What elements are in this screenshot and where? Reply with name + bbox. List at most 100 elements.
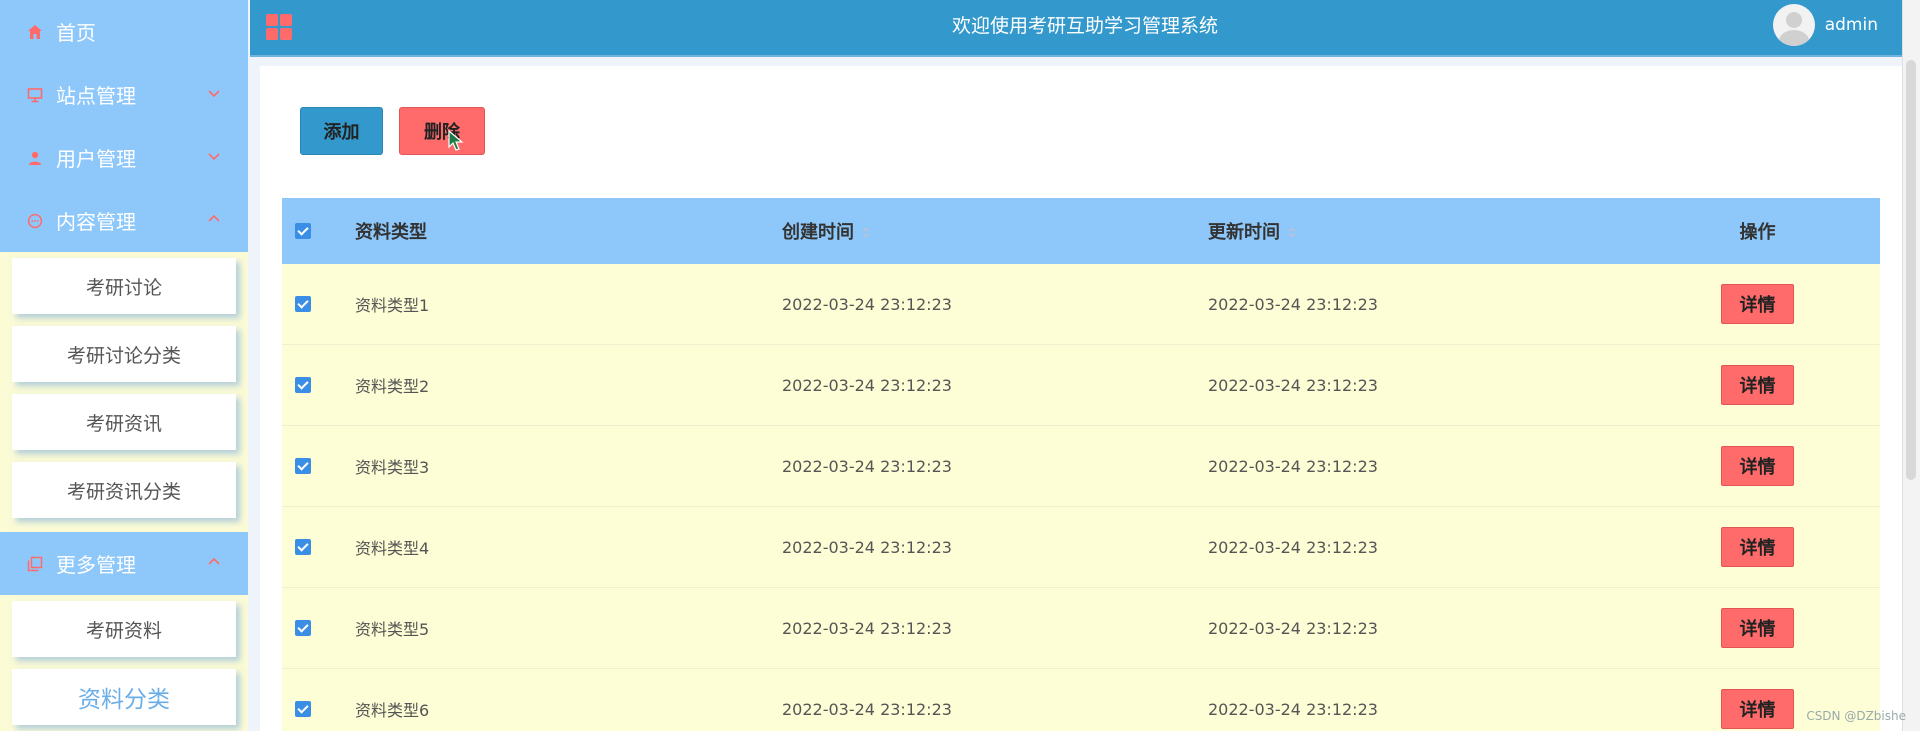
cell-updated: 2022-03-24 23:12:23 [1208, 537, 1378, 557]
row-checkbox-cell [282, 620, 355, 636]
user-icon [26, 149, 44, 167]
submenu-item-news[interactable]: 考研资讯 [12, 394, 236, 450]
delete-button[interactable]: 删除 [399, 107, 485, 155]
monitor-icon [26, 86, 44, 104]
sidebar-item-home[interactable]: 首页 [0, 0, 248, 63]
row-checkbox[interactable] [295, 458, 311, 474]
cell-updated: 2022-03-24 23:12:23 [1208, 294, 1378, 314]
row-checkbox[interactable] [295, 620, 311, 636]
row-checkbox[interactable] [295, 377, 311, 393]
cell-type: 资料类型2 [355, 377, 430, 396]
submenu-item-news-category[interactable]: 考研资讯分类 [12, 462, 236, 518]
cell-created: 2022-03-24 23:12:23 [782, 618, 952, 638]
user-menu[interactable]: admin [1772, 4, 1878, 46]
cell-type: 资料类型3 [355, 458, 430, 477]
cell-actions: 详情 [1635, 608, 1880, 648]
cell-updated: 2022-03-24 23:12:23 [1208, 699, 1378, 719]
sidebar-item-more[interactable]: 更多管理 [0, 532, 248, 595]
add-button[interactable]: 添加 [300, 107, 383, 155]
scrollbar-thumb[interactable] [1906, 60, 1916, 480]
sort-icon[interactable] [862, 227, 870, 239]
cell-type: 资料类型6 [355, 701, 430, 720]
detail-button[interactable]: 详情 [1721, 608, 1794, 648]
content-submenu: 考研讨论 考研讨论分类 考研资讯 考研资讯分类 [0, 252, 248, 532]
submenu-item-materials[interactable]: 考研资料 [12, 601, 236, 657]
watermark: CSDN @DZbishe [1806, 709, 1906, 723]
header-checkbox-cell [282, 223, 355, 239]
row-checkbox-cell [282, 539, 355, 555]
table-row: 资料类型6 2022-03-24 23:12:23 2022-03-24 23:… [282, 669, 1880, 731]
cell-created: 2022-03-24 23:12:23 [782, 456, 952, 476]
table-row: 资料类型4 2022-03-24 23:12:23 2022-03-24 23:… [282, 507, 1880, 588]
table-header: 资料类型 创建时间 更新时间 操作 [282, 198, 1880, 264]
submenu-item-discussion-category[interactable]: 考研讨论分类 [12, 326, 236, 382]
column-header-type: 资料类型 [355, 222, 427, 243]
username: admin [1824, 15, 1878, 35]
column-header-actions: 操作 [1739, 222, 1776, 243]
row-checkbox[interactable] [295, 701, 311, 717]
column-header-created[interactable]: 创建时间 [782, 218, 1208, 244]
sidebar-item-user[interactable]: 用户管理 [0, 126, 248, 189]
sidebar-item-label: 站点管理 [56, 84, 136, 108]
cell-type: 资料类型5 [355, 620, 430, 639]
row-checkbox-cell [282, 296, 355, 312]
more-submenu: 考研资料 资料分类 [0, 595, 248, 731]
submenu-item-discussion[interactable]: 考研讨论 [12, 258, 236, 314]
cell-actions: 详情 [1635, 365, 1880, 405]
cell-created: 2022-03-24 23:12:23 [782, 537, 952, 557]
chat-icon [26, 212, 44, 230]
home-icon [26, 23, 44, 41]
cell-actions: 详情 [1635, 284, 1880, 324]
cell-actions: 详情 [1635, 527, 1880, 567]
top-header: 欢迎使用考研互助学习管理系统 admin [250, 0, 1920, 57]
chevron-up-icon [206, 211, 224, 229]
mouse-cursor-icon [448, 129, 466, 154]
chevron-down-icon [206, 85, 224, 103]
table-row: 资料类型1 2022-03-24 23:12:23 2022-03-24 23:… [282, 264, 1880, 345]
select-all-checkbox[interactable] [295, 223, 311, 239]
detail-button[interactable]: 详情 [1721, 446, 1794, 486]
cell-updated: 2022-03-24 23:12:23 [1208, 618, 1378, 638]
detail-button[interactable]: 详情 [1721, 365, 1794, 405]
table-row: 资料类型3 2022-03-24 23:12:23 2022-03-24 23:… [282, 426, 1880, 507]
cell-created: 2022-03-24 23:12:23 [782, 375, 952, 395]
sidebar-item-label: 更多管理 [56, 553, 136, 577]
column-header-updated[interactable]: 更新时间 [1208, 218, 1635, 244]
app-root: 首页 站点管理 用户管理 内容管理 考研讨论 考研讨论分类 考研资讯 考研资讯分… [0, 0, 1920, 731]
sidebar-item-label: 内容管理 [56, 210, 136, 234]
row-checkbox-cell [282, 377, 355, 393]
page-title: 欢迎使用考研互助学习管理系统 [951, 15, 1218, 37]
detail-button[interactable]: 详情 [1721, 689, 1794, 729]
row-checkbox-cell [282, 458, 355, 474]
cell-created: 2022-03-24 23:12:23 [782, 294, 952, 314]
data-table: 资料类型 创建时间 更新时间 操作 资料类型1 2022-03-24 23:12… [282, 198, 1880, 731]
cell-created: 2022-03-24 23:12:23 [782, 699, 952, 719]
detail-button[interactable]: 详情 [1721, 527, 1794, 567]
sidebar-item-label: 首页 [56, 21, 96, 45]
cell-actions: 详情 [1635, 446, 1880, 486]
sort-icon[interactable] [1288, 227, 1296, 239]
sidebar-item-label: 用户管理 [56, 147, 136, 171]
column-header-updated-label: 更新时间 [1208, 222, 1280, 243]
avatar[interactable] [1772, 4, 1815, 46]
submenu-item-material-category[interactable]: 资料分类 [12, 669, 236, 725]
column-header-created-label: 创建时间 [782, 222, 854, 243]
row-checkbox-cell [282, 701, 355, 717]
row-checkbox[interactable] [295, 539, 311, 555]
table-row: 资料类型5 2022-03-24 23:12:23 2022-03-24 23:… [282, 588, 1880, 669]
cell-type: 资料类型4 [355, 539, 430, 558]
cell-updated: 2022-03-24 23:12:23 [1208, 456, 1378, 476]
row-checkbox[interactable] [295, 296, 311, 312]
cell-updated: 2022-03-24 23:12:23 [1208, 375, 1378, 395]
sidebar-item-content[interactable]: 内容管理 [0, 189, 248, 252]
sidebar: 首页 站点管理 用户管理 内容管理 考研讨论 考研讨论分类 考研资讯 考研资讯分… [0, 0, 248, 731]
sidebar-item-site[interactable]: 站点管理 [0, 63, 248, 126]
chevron-down-icon [206, 148, 224, 166]
table-row: 资料类型2 2022-03-24 23:12:23 2022-03-24 23:… [282, 345, 1880, 426]
cell-type: 资料类型1 [355, 296, 430, 315]
detail-button[interactable]: 详情 [1721, 284, 1794, 324]
chevron-up-icon [206, 554, 224, 572]
main-content: 添加 删除 资料类型 创建时间 更新时间 操作 资料类型1 2022-03-24… [260, 66, 1902, 731]
page-scrollbar[interactable] [1902, 0, 1920, 731]
copy-icon [26, 555, 44, 573]
